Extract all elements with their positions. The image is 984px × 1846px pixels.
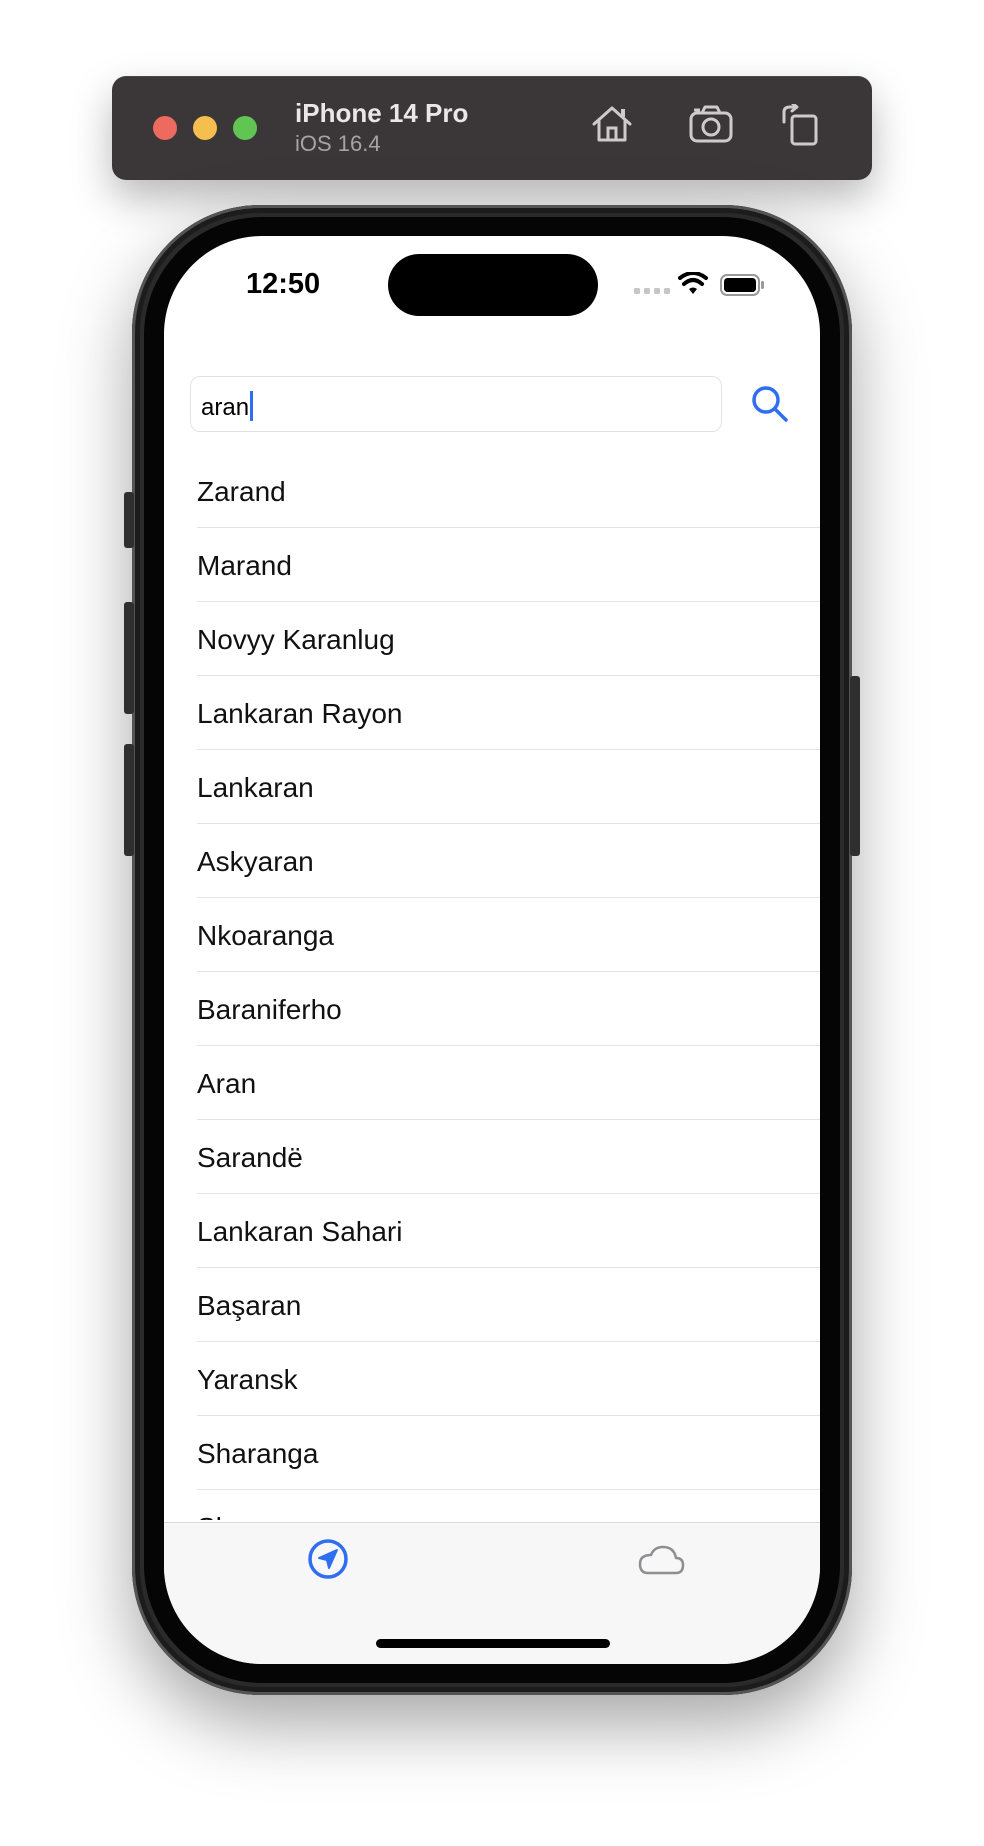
list-item[interactable]: Lankaran Sahari	[197, 1194, 820, 1268]
home-indicator[interactable]	[376, 1639, 610, 1648]
list-item[interactable]: Sarandë	[197, 1120, 820, 1194]
list-item-label: Sharan	[197, 1512, 287, 1520]
close-window-button[interactable]	[153, 116, 177, 140]
list-item-label: Lankaran Sahari	[197, 1216, 403, 1247]
text-caret	[250, 391, 254, 421]
simulator-window: iPhone 14 Pro iOS 16.4 12:50 aran Zarand…	[0, 0, 984, 1846]
cellular-icon	[634, 288, 670, 294]
list-item-label: Novyy Karanlug	[197, 624, 395, 655]
volume-up-button[interactable]	[124, 602, 134, 714]
list-item-label: Sharanga	[197, 1438, 319, 1469]
list-item-label: Aran	[197, 1068, 257, 1099]
list-item[interactable]: Askyaran	[197, 824, 820, 898]
rotate-icon[interactable]	[780, 104, 820, 146]
list-item-label: Marand	[197, 550, 292, 581]
tab-location[interactable]	[306, 1537, 350, 1581]
search-icon[interactable]	[750, 384, 790, 424]
list-item[interactable]: Başaran	[197, 1268, 820, 1342]
list-item-label: Zarand	[197, 476, 286, 507]
action-button[interactable]	[124, 492, 134, 548]
home-icon[interactable]	[590, 104, 634, 144]
list-item[interactable]: Marand	[197, 528, 820, 602]
results-list: Zarand Marand Novyy Karanlug Lankaran Ra…	[197, 458, 820, 1520]
minimize-window-button[interactable]	[193, 116, 217, 140]
list-item-label: Yaransk	[197, 1364, 298, 1395]
list-item[interactable]: Baraniferho	[197, 972, 820, 1046]
power-button[interactable]	[850, 676, 860, 856]
list-item[interactable]: Lankaran Rayon	[197, 676, 820, 750]
wifi-icon	[678, 272, 708, 294]
zoom-window-button[interactable]	[233, 116, 257, 140]
list-item-label: Lankaran Rayon	[197, 698, 403, 729]
list-item[interactable]: Yaransk	[197, 1342, 820, 1416]
simulator-toolbar	[112, 76, 872, 180]
list-item-label: Baraniferho	[197, 994, 342, 1025]
volume-down-button[interactable]	[124, 744, 134, 856]
list-item[interactable]: Sharanga	[197, 1416, 820, 1490]
list-item-label: Başaran	[197, 1290, 302, 1321]
search-input-value: aran	[201, 394, 250, 421]
list-item[interactable]: Sharan	[197, 1490, 820, 1520]
list-item[interactable]: Zarand	[197, 458, 820, 528]
device-os-version: iOS 16.4	[295, 131, 381, 156]
list-item-label: Askyaran	[197, 846, 314, 877]
list-item-label: Sarandë	[197, 1142, 303, 1173]
list-item-label: Nkoaranga	[197, 920, 334, 951]
search-input[interactable]: aran	[190, 376, 722, 432]
dynamic-island	[388, 254, 598, 316]
list-item[interactable]: Novyy Karanlug	[197, 602, 820, 676]
tab-weather[interactable]	[636, 1541, 686, 1577]
list-item[interactable]: Aran	[197, 1046, 820, 1120]
list-item-label: Lankaran	[197, 772, 314, 803]
list-item[interactable]: Lankaran	[197, 750, 820, 824]
battery-icon	[720, 274, 764, 296]
app-screen: 12:50 aran Zarand Marand Novyy Karanlug …	[164, 236, 820, 1664]
status-time: 12:50	[246, 268, 321, 300]
screenshot-icon[interactable]	[688, 104, 734, 144]
list-item[interactable]: Nkoaranga	[197, 898, 820, 972]
device-name: iPhone 14 Pro	[295, 98, 469, 128]
